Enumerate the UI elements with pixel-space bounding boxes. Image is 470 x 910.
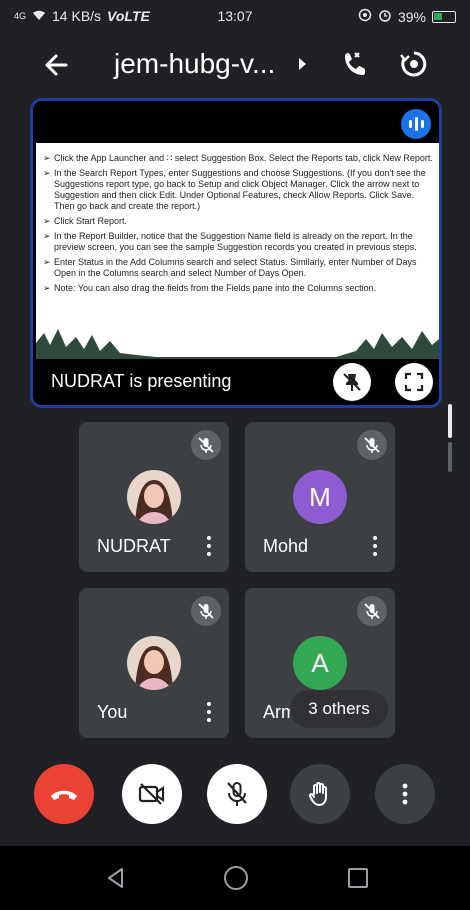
more-options-button[interactable]: [375, 764, 435, 824]
slide-bullet: Note: You can also drag the fields from …: [43, 283, 433, 294]
avatar-initial: A: [311, 647, 329, 678]
clock: 13:07: [217, 8, 253, 24]
more-vert-icon[interactable]: [369, 534, 381, 558]
scrollbar-track[interactable]: [448, 442, 452, 472]
end-call-icon: [51, 790, 77, 800]
hotspot-icon: [358, 8, 372, 25]
switch-camera-icon[interactable]: [398, 48, 430, 80]
presentation-view[interactable]: Click the App Launcher and ∷ select Sugg…: [30, 98, 442, 408]
chevron-right-icon[interactable]: [296, 54, 310, 74]
slide-bullet: Click the App Launcher and ∷ select Sugg…: [43, 153, 433, 164]
mic-off-icon: [357, 430, 387, 460]
avatar: [127, 636, 181, 690]
camera-toggle-button[interactable]: [122, 764, 182, 824]
battery-percent: 39%: [397, 8, 426, 25]
unpin-button[interactable]: [333, 363, 371, 401]
mic-off-icon: [357, 596, 387, 626]
avatar: M: [293, 470, 347, 524]
scrollbar-thumb[interactable]: [448, 404, 452, 438]
nav-recents-icon[interactable]: [348, 868, 368, 888]
raise-hand-button[interactable]: [290, 764, 350, 824]
unpin-icon: [343, 373, 361, 391]
meeting-title[interactable]: jem-hubg-v...: [114, 48, 275, 80]
slide-bullet: In the Search Report Types, enter Sugges…: [43, 168, 433, 212]
presentation-footer: NUDRAT is presenting: [33, 359, 439, 405]
call-header: jem-hubg-v...: [0, 34, 470, 96]
battery-icon: [432, 10, 456, 23]
avatar-initial: M: [309, 481, 331, 512]
mic-off-icon: [191, 596, 221, 626]
audio-output-phone-icon[interactable]: [340, 48, 372, 80]
participant-name: Mohd: [263, 536, 309, 556]
mic-off-icon: [191, 430, 221, 460]
speaking-indicator-icon: [401, 109, 431, 139]
forest-decoration: [36, 329, 439, 359]
back-arrow-icon[interactable]: [40, 48, 74, 82]
participant-name: NUDRAT: [97, 536, 171, 556]
mic-off-icon: [227, 782, 247, 806]
avatar: [127, 470, 181, 524]
participant-name: You: [97, 702, 128, 722]
end-call-button[interactable]: [34, 764, 94, 824]
nav-back-icon[interactable]: [104, 866, 128, 890]
slide-bullet: Enter Status in the Add Columns search a…: [43, 257, 433, 279]
status-bar: 4G 14 KB/s VoLTE 13:07 39%: [0, 0, 470, 34]
slide-bullet: Click Start Report.: [43, 216, 433, 227]
others-chip[interactable]: 3 others: [290, 690, 388, 728]
shared-slide: Click the App Launcher and ∷ select Sugg…: [36, 143, 439, 359]
presenting-label: NUDRAT is presenting: [51, 371, 232, 391]
raise-hand-icon: [309, 782, 327, 806]
more-vert-icon[interactable]: [203, 534, 215, 558]
slide-bullet: In the Report Builder, notice that the S…: [43, 231, 433, 253]
fullscreen-icon: [404, 372, 424, 392]
participant-tile[interactable]: M Mohd: [245, 422, 395, 572]
mic-toggle-button[interactable]: [207, 764, 267, 824]
more-vert-icon[interactable]: [203, 700, 215, 724]
alarm-icon: [378, 8, 392, 25]
system-nav-bar: [0, 846, 470, 910]
fullscreen-button[interactable]: [395, 363, 433, 401]
avatar: A: [293, 636, 347, 690]
participant-tile[interactable]: You: [79, 588, 229, 738]
more-vert-icon: [402, 783, 408, 805]
camera-off-icon: [138, 783, 165, 805]
nav-home-icon[interactable]: [224, 866, 248, 890]
participant-tile[interactable]: NUDRAT: [79, 422, 229, 572]
